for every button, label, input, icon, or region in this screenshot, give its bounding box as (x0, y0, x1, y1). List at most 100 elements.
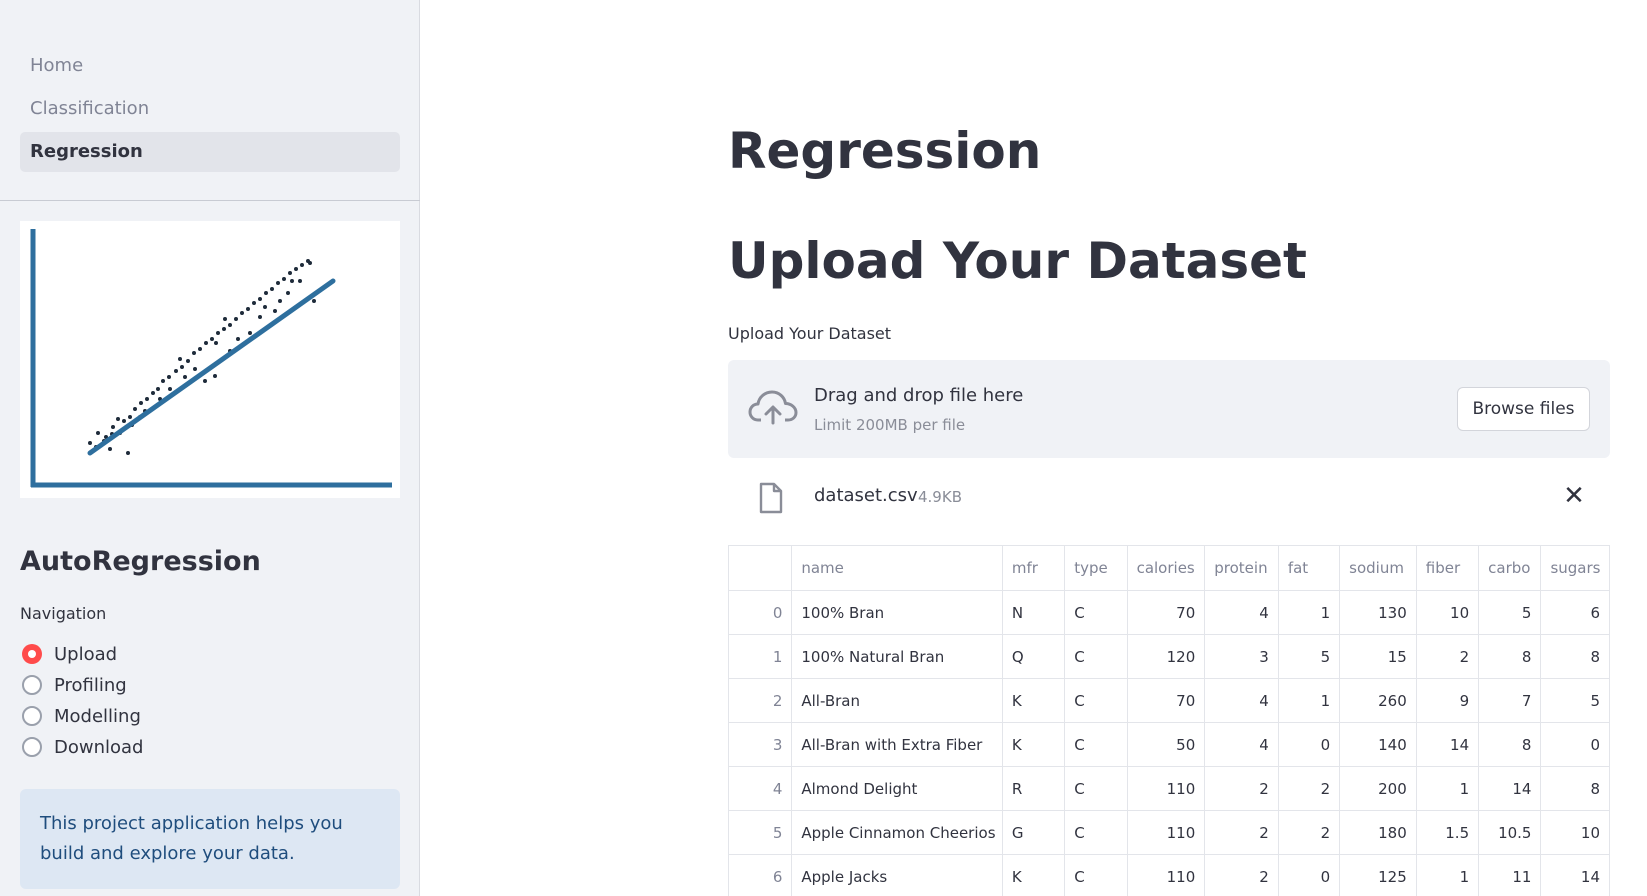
table-cell[interactable]: 6 (1540, 590, 1610, 635)
row-index-cell[interactable]: 0 (727, 590, 793, 635)
row-index-cell[interactable]: 1 (727, 634, 793, 679)
row-index-cell[interactable]: 2 (727, 678, 793, 723)
table-cell[interactable]: 180 (1339, 810, 1417, 855)
table-cell[interactable]: 2 (1277, 766, 1341, 811)
table-cell[interactable]: 2 (1204, 766, 1279, 811)
table-cell[interactable]: 1 (1415, 854, 1480, 896)
table-header-cell[interactable]: fiber (1415, 545, 1480, 591)
table-cell[interactable]: All-Bran with Extra Fiber (791, 722, 1003, 767)
table-header-cell[interactable]: name (791, 545, 1003, 591)
table-cell[interactable]: 120 (1126, 634, 1206, 679)
radio-upload[interactable]: Upload (22, 640, 117, 668)
table-cell[interactable]: G (1001, 810, 1066, 855)
table-cell[interactable]: 140 (1339, 722, 1417, 767)
table-cell[interactable]: C (1064, 810, 1128, 855)
table-cell[interactable]: C (1064, 854, 1128, 896)
table-cell[interactable]: 0 (1540, 722, 1610, 767)
table-cell[interactable]: 14 (1415, 722, 1480, 767)
table-cell[interactable]: 4 (1204, 590, 1279, 635)
table-header-cell[interactable]: fat (1277, 545, 1341, 591)
table-cell[interactable]: 5 (1478, 590, 1542, 635)
table-cell[interactable]: R (1001, 766, 1066, 811)
table-cell[interactable]: 100% Natural Bran (791, 634, 1003, 679)
table-cell[interactable]: 200 (1339, 766, 1417, 811)
table-header-cell[interactable]: protein (1204, 545, 1279, 591)
table-cell[interactable]: C (1064, 678, 1128, 723)
table-cell[interactable]: 70 (1126, 678, 1206, 723)
table-cell[interactable]: K (1001, 854, 1066, 896)
sidebar-page-classification[interactable]: Classification (20, 89, 400, 129)
row-index-cell[interactable]: 4 (727, 766, 793, 811)
table-header-cell[interactable]: sodium (1339, 545, 1417, 591)
table-cell[interactable]: 3 (1204, 634, 1279, 679)
table-cell[interactable]: 100% Bran (791, 590, 1003, 635)
table-cell[interactable]: 4 (1204, 722, 1279, 767)
table-cell[interactable]: 1.5 (1415, 810, 1480, 855)
radio-profiling[interactable]: Profiling (22, 671, 127, 699)
table-cell[interactable]: 11 (1478, 854, 1542, 896)
table-header-cell[interactable]: calories (1126, 545, 1206, 591)
table-cell[interactable]: Q (1001, 634, 1066, 679)
table-cell[interactable]: 2 (1277, 810, 1341, 855)
radio-download[interactable]: Download (22, 733, 143, 761)
radio-modelling[interactable]: Modelling (22, 702, 141, 730)
table-cell[interactable]: 10.5 (1478, 810, 1542, 855)
table-cell[interactable]: 0 (1277, 854, 1341, 896)
table-cell[interactable]: 10 (1540, 810, 1610, 855)
close-icon[interactable]: ✕ (1558, 480, 1590, 512)
table-cell[interactable]: 14 (1540, 854, 1610, 896)
table-cell[interactable]: 5 (1277, 634, 1341, 679)
table-cell[interactable]: 260 (1339, 678, 1417, 723)
table-header-index[interactable] (727, 545, 793, 591)
table-header-cell[interactable]: mfr (1001, 545, 1066, 591)
row-index-cell[interactable]: 6 (727, 854, 793, 896)
table-cell[interactable]: 5 (1540, 678, 1610, 723)
table-cell[interactable]: K (1001, 678, 1066, 723)
table-header-cell[interactable]: type (1064, 545, 1128, 591)
table-cell[interactable]: Almond Delight (791, 766, 1003, 811)
row-index-cell[interactable]: 3 (727, 722, 793, 767)
row-index-cell[interactable]: 5 (727, 810, 793, 855)
table-header-cell[interactable]: sugars (1540, 545, 1610, 591)
table-cell[interactable]: 8 (1478, 722, 1542, 767)
table-cell[interactable]: 4 (1204, 678, 1279, 723)
table-cell[interactable]: Apple Cinnamon Cheerios (791, 810, 1003, 855)
table-cell[interactable]: 8 (1540, 634, 1610, 679)
sidebar-page-regression[interactable]: Regression (20, 132, 400, 172)
table-header-cell[interactable]: carbo (1478, 545, 1542, 591)
table-cell[interactable]: 110 (1126, 766, 1206, 811)
table-cell[interactable]: 2 (1204, 854, 1279, 896)
table-cell[interactable]: 110 (1126, 810, 1206, 855)
table-cell[interactable]: 50 (1126, 722, 1206, 767)
table-cell[interactable]: K (1001, 722, 1066, 767)
table-cell[interactable]: 14 (1478, 766, 1542, 811)
table-cell[interactable]: 0 (1277, 722, 1341, 767)
table-cell[interactable]: C (1064, 766, 1128, 811)
table-cell[interactable]: Apple Jacks (791, 854, 1003, 896)
table-cell[interactable]: 15 (1339, 634, 1417, 679)
radio-button[interactable] (22, 706, 42, 726)
table-cell[interactable]: 2 (1204, 810, 1279, 855)
table-cell[interactable]: 130 (1339, 590, 1417, 635)
table-cell[interactable]: 2 (1415, 634, 1480, 679)
table-cell[interactable]: C (1064, 590, 1128, 635)
radio-button-selected[interactable] (22, 644, 42, 664)
file-dropzone[interactable]: Drag and drop file here Limit 200MB per … (728, 360, 1610, 458)
table-cell[interactable]: N (1001, 590, 1066, 635)
table-cell[interactable]: 8 (1478, 634, 1542, 679)
radio-button[interactable] (22, 737, 42, 757)
table-cell[interactable]: 10 (1415, 590, 1480, 635)
radio-button[interactable] (22, 675, 42, 695)
table-cell[interactable]: All-Bran (791, 678, 1003, 723)
table-cell[interactable]: 8 (1540, 766, 1610, 811)
browse-files-button[interactable]: Browse files (1457, 387, 1590, 431)
table-cell[interactable]: 1 (1415, 766, 1480, 811)
table-cell[interactable]: C (1064, 722, 1128, 767)
table-cell[interactable]: 125 (1339, 854, 1417, 896)
sidebar-page-home[interactable]: Home (20, 46, 400, 86)
table-cell[interactable]: C (1064, 634, 1128, 679)
table-cell[interactable]: 1 (1277, 590, 1341, 635)
table-cell[interactable]: 110 (1126, 854, 1206, 896)
table-cell[interactable]: 70 (1126, 590, 1206, 635)
table-cell[interactable]: 1 (1277, 678, 1341, 723)
